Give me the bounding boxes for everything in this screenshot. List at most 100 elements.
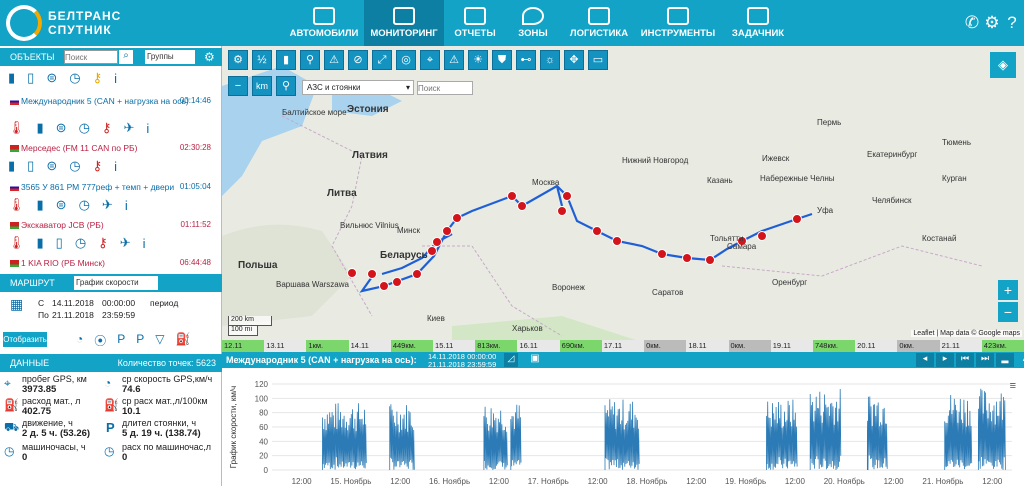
timeline-segment[interactable]: 16.11 (517, 340, 561, 352)
parking-2-icon[interactable]: P (136, 332, 144, 349)
timeline-segment[interactable]: 12.11 (222, 340, 266, 352)
day-night-icon[interactable]: ☼ (540, 50, 560, 70)
next-icon[interactable]: ▸ (936, 353, 954, 367)
stop-marker[interactable] (452, 213, 462, 223)
timeline-segment[interactable]: 748км. (812, 340, 857, 352)
stop-marker[interactable] (592, 226, 602, 236)
object-item[interactable]: 1 KIA RIO (РБ Минск) (10, 258, 105, 268)
parking-icon[interactable]: P (117, 332, 125, 349)
last-icon[interactable]: ⏭ (976, 353, 994, 367)
chart-menu-icon[interactable]: ≡ (1010, 380, 1016, 392)
layers-icon[interactable]: ◈ (990, 52, 1016, 78)
alert-icon[interactable]: ⚠ (444, 50, 464, 70)
timeline-segment[interactable]: 15.11 (433, 340, 477, 352)
map-view[interactable]: Эстония Латвия Литва Польша Беларусь Москва Ни… (222, 46, 1024, 342)
nav-tasks[interactable]: ЗАДАЧНИК (722, 0, 794, 46)
map-settings-icon[interactable]: ⚙ (228, 50, 248, 70)
timeline-segment[interactable]: 1км. (306, 340, 350, 352)
filter-icon[interactable]: ▽ (155, 332, 164, 349)
to-time[interactable]: 23:59:59 (102, 310, 135, 320)
prev-icon[interactable]: ◂ (916, 353, 934, 367)
fuel-icon[interactable]: ⛽ (176, 332, 191, 349)
show-button[interactable]: Отобразить (3, 332, 47, 347)
stop-marker[interactable] (562, 191, 572, 201)
nav-logistics[interactable]: ЛОГИСТИКА (564, 0, 634, 46)
objects-search-input[interactable] (64, 50, 118, 64)
timeline-segment[interactable]: 20.11 (855, 340, 899, 352)
timeline-segment[interactable]: 21.11 (939, 340, 983, 352)
stop-marker[interactable] (657, 249, 667, 259)
search-icon[interactable]: ⌕ (119, 50, 133, 64)
clipboard-icon[interactable]: ▣ (528, 353, 542, 367)
km-tool[interactable]: km (252, 76, 272, 96)
stop-marker[interactable] (557, 206, 567, 216)
gear-icon[interactable]: ⚙ (982, 13, 1002, 33)
nav-tools[interactable]: ИНСТРУМЕНТЫ (638, 0, 718, 46)
stop-marker[interactable] (432, 237, 442, 247)
calendar-icon[interactable]: ▦ (10, 296, 23, 313)
gauge-icon[interactable]: ◔ (76, 332, 83, 349)
timeline-segment[interactable]: 17.11 (601, 340, 646, 352)
settings-icon[interactable]: ⚙ (204, 50, 215, 64)
object-item[interactable]: 3565 У 861 РМ 777реф + темп + двери (10, 182, 174, 192)
move-icon[interactable]: ✥ (564, 50, 584, 70)
timeline-segment[interactable]: 449км. (390, 340, 435, 352)
target-icon[interactable]: ⌖ (420, 50, 440, 70)
timeline-segment[interactable]: 423км. (981, 340, 1024, 352)
road-icon[interactable]: ⛊ (492, 50, 512, 70)
timeline-segment[interactable]: 19.11 (770, 340, 814, 352)
route-point-icon[interactable]: ⚲ (300, 50, 320, 70)
timeline-segment[interactable]: 0км. (644, 340, 688, 352)
zones-icon[interactable]: ⚲ (276, 76, 296, 96)
stop-marker[interactable] (442, 226, 452, 236)
zoom-in-button[interactable]: + (998, 280, 1018, 300)
groups-select[interactable]: Группы (145, 50, 195, 64)
help-icon[interactable]: ? (1002, 13, 1022, 33)
warning-icon[interactable]: ⚠ (324, 50, 344, 70)
stop-marker[interactable] (379, 281, 389, 291)
object-item[interactable]: Мерседес (FM 11 CAN по РБ) (10, 143, 137, 153)
poi-select[interactable]: АЗС и стоянки ▾ (302, 80, 414, 95)
stop-marker[interactable] (427, 246, 437, 256)
nav-reports[interactable]: ОТЧЕТЫ (445, 0, 505, 46)
stop-marker[interactable] (367, 269, 377, 279)
stop-marker[interactable] (507, 191, 517, 201)
first-icon[interactable]: ⏮ (956, 353, 974, 367)
object-item[interactable]: Международник 5 (CAN + нагрузка на ось) (10, 96, 189, 106)
nav-monitoring[interactable]: МОНИТОРИНГ (364, 0, 444, 46)
from-date[interactable]: 14.11.2018 (52, 298, 94, 308)
stop-marker[interactable] (347, 268, 357, 278)
stop-marker[interactable] (757, 231, 767, 241)
timeline-segment[interactable]: 813км. (475, 340, 519, 352)
signal-bars-icon[interactable]: ▂ (996, 353, 1014, 367)
radius-icon[interactable]: ◎ (396, 50, 416, 70)
pin-icon[interactable]: ⦿ (94, 332, 106, 349)
period-select[interactable]: период (150, 298, 178, 308)
stop-marker[interactable] (705, 255, 715, 265)
stop-marker[interactable] (392, 277, 402, 287)
timeline-segment[interactable]: 14.11 (348, 340, 392, 352)
route-select[interactable]: График скорости (74, 276, 158, 290)
object-item[interactable]: Экскаватор JCB (РБ) (10, 220, 104, 230)
chart-graph-icon[interactable]: ◿ (504, 353, 518, 367)
timeline-segment[interactable]: 0км. (728, 340, 772, 352)
stop-marker[interactable] (682, 253, 692, 263)
axle-icon[interactable]: ⊷ (516, 50, 536, 70)
collapse-icon[interactable]: ▴ (1016, 353, 1024, 367)
timeline-segment[interactable]: 13.11 (264, 340, 308, 352)
zoom-out-button[interactable]: − (998, 302, 1018, 322)
from-time[interactable]: 00:00:00 (102, 298, 135, 308)
stop-marker[interactable] (792, 214, 802, 224)
weather-icon[interactable]: ☀ (468, 50, 488, 70)
toggle-icon[interactable]: ▭ (588, 50, 608, 70)
phone-icon[interactable]: ✆ (962, 13, 982, 33)
stop-marker[interactable] (412, 269, 422, 279)
nav-zones[interactable]: ЗОНЫ (505, 0, 561, 46)
timeline-segment[interactable]: 690км. (559, 340, 603, 352)
stop-marker[interactable] (517, 201, 527, 211)
zoom-out-tool-icon[interactable]: − (228, 76, 248, 96)
fuel-pump-icon[interactable]: ▮ (276, 50, 296, 70)
to-date[interactable]: 21.11.2018 (52, 310, 94, 320)
timeline-segment[interactable]: 0км. (897, 340, 941, 352)
speed-chart[interactable]: 0 20 40 60 80 100 120 График скорости, км/ч 12:0… (222, 370, 1024, 486)
